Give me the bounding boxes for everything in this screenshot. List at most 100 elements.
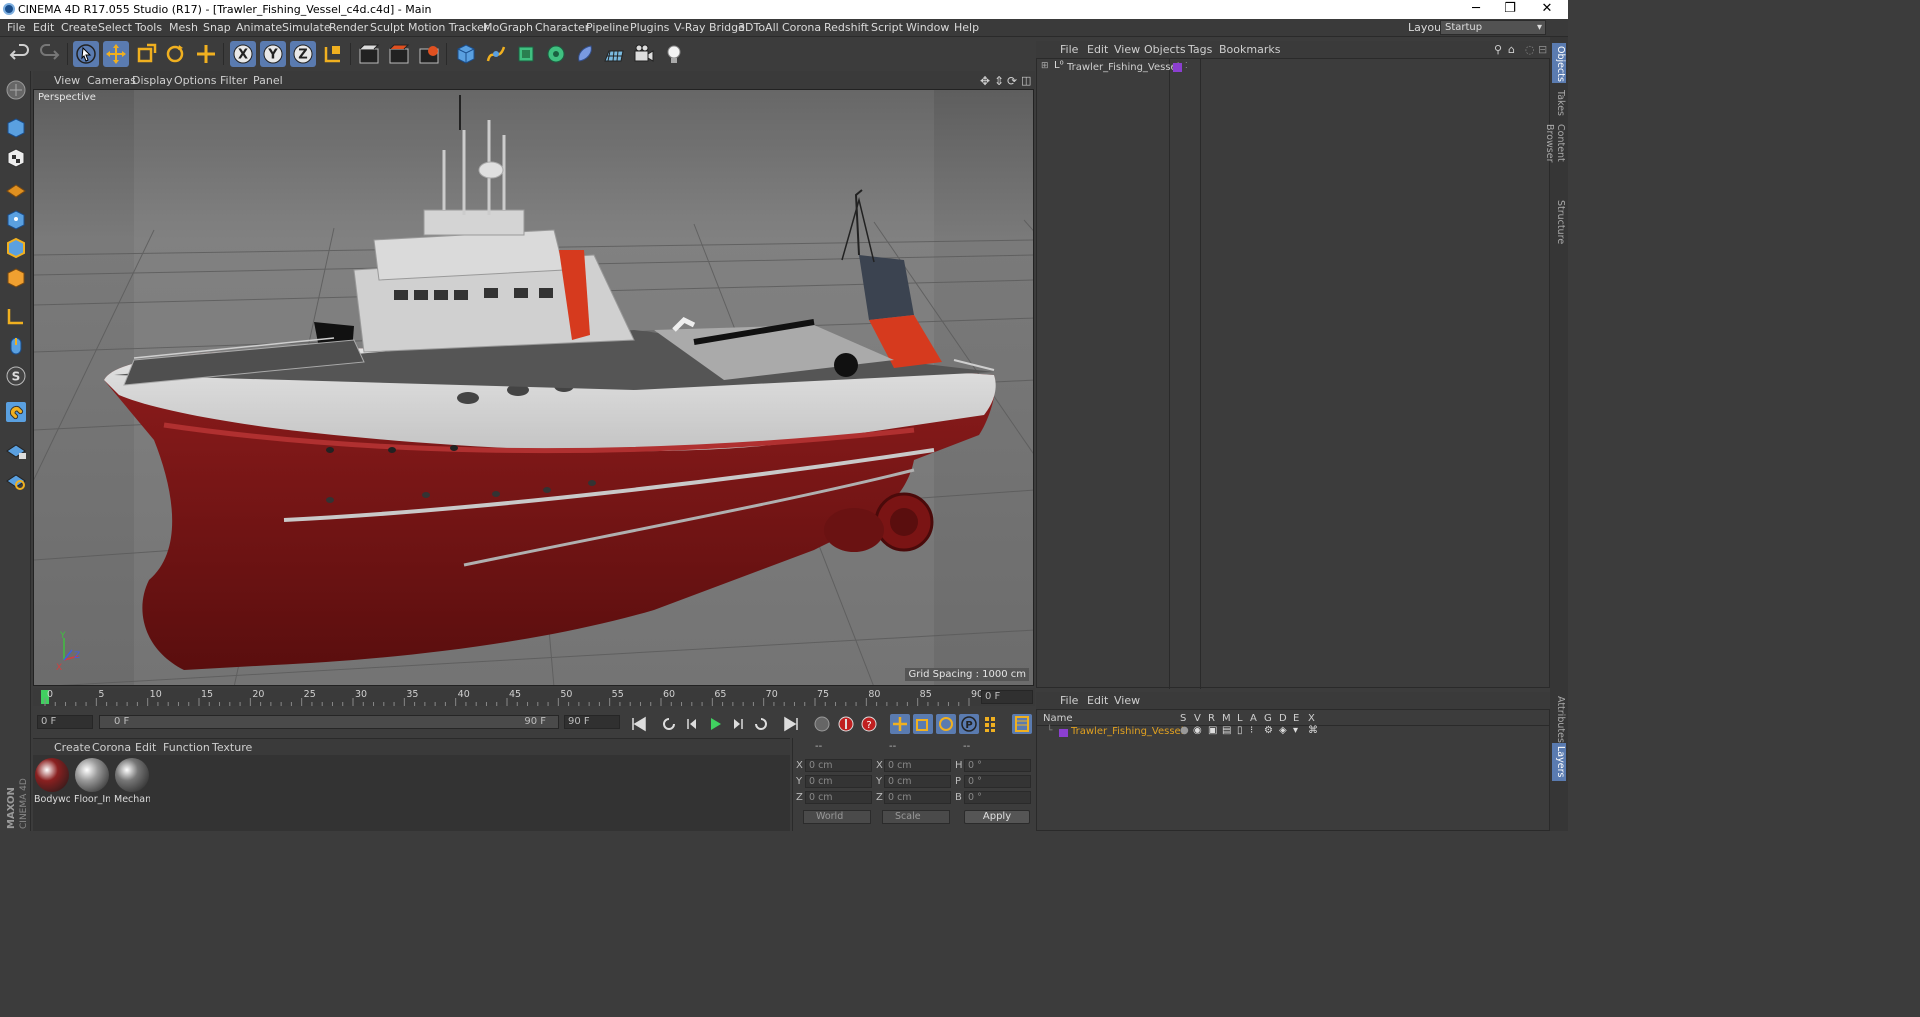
go-to-end-icon[interactable] [781,714,801,734]
visible-eye-icon[interactable]: ◉ [1193,725,1202,736]
y-axis-icon[interactable]: Y [260,41,286,67]
go-to-start-icon[interactable] [629,714,649,734]
layer-name[interactable]: Trawler_Fishing_Vessel [1071,726,1183,737]
menu-file[interactable]: File [7,21,25,34]
object-menu-file[interactable]: File [1060,43,1078,56]
size-y-field[interactable]: 0 cm [884,775,951,788]
home-icon[interactable]: ⌂ [1508,43,1515,56]
material-menu-function[interactable]: Function [163,741,210,754]
edges-mode-icon[interactable] [3,235,29,261]
previous-frame-icon[interactable] [683,714,703,734]
snapping-icon[interactable]: S [3,363,29,389]
object-menu-objects[interactable]: Objects [1144,43,1186,56]
menu-motion-tracker[interactable]: Motion Tracker [408,21,488,34]
render-view-icon[interactable] [356,41,382,67]
layer-row[interactable]: └ Trawler_Fishing_Vessel ● ◉ ▣ ▤ ▯ ⁝ ⚙ ◈… [1037,725,1550,740]
viewport-pan-icon[interactable]: ✥ [980,74,990,88]
visibility-dots-icon[interactable]: ⁚ [1185,61,1188,70]
viewport-rotate-icon[interactable]: ⟳ [1007,74,1017,88]
size-x-field[interactable]: 0 cm [884,759,951,772]
menu-tools[interactable]: Tools [135,21,162,34]
layout-dropdown[interactable]: Startup ▾ [1440,20,1546,35]
menu-help[interactable]: Help [954,21,979,34]
layer-menu-file[interactable]: File [1060,694,1078,707]
material-swatch[interactable]: Bodywo [34,758,70,805]
light-icon[interactable] [661,41,687,67]
make-editable-icon[interactable] [3,77,29,103]
add-icon[interactable] [193,41,219,67]
tab-structure[interactable]: Structure [1552,197,1566,244]
tab-content-browser[interactable]: Content Browser [1544,121,1566,193]
mograph-cloner-icon[interactable] [543,41,569,67]
xref-icon[interactable]: ⌘ [1308,725,1318,736]
cube-primitive-icon[interactable] [453,41,479,67]
menu-sculpt[interactable]: Sculpt [370,21,404,34]
menu-snap[interactable]: Snap [203,21,231,34]
key-pla-icon[interactable] [982,714,1002,734]
material-menu-corona[interactable]: Corona [92,741,131,754]
model-mode-icon[interactable] [3,115,29,141]
x-axis-icon[interactable]: X [230,41,256,67]
frame-range-slider[interactable]: 0 F 90 F [99,715,559,729]
material-menu-texture[interactable]: Texture [212,741,252,754]
coordinate-mode-dropdown[interactable]: World [803,810,871,824]
object-menu-view[interactable]: View [1114,43,1140,56]
undo-icon[interactable] [7,41,33,67]
object-menu-edit[interactable]: Edit [1087,43,1108,56]
viewport-menu-cameras[interactable]: Cameras [87,74,136,87]
menu-mograph[interactable]: MoGraph [483,21,533,34]
floor-grid-icon[interactable] [601,41,627,67]
deformers-icon[interactable]: ◈ [1279,725,1287,736]
apply-button[interactable]: Apply [964,810,1030,824]
camera-icon[interactable] [631,41,657,67]
key-position-icon[interactable] [890,714,910,734]
menu-simulate[interactable]: Simulate [282,21,331,34]
expand-icon[interactable]: ⊞ [1041,61,1049,71]
rotation-p-field[interactable]: 0 ° [964,775,1031,788]
viewport-zoom-icon[interactable]: ⇕ [994,74,1004,88]
key-rotation-icon[interactable] [936,714,956,734]
play-icon[interactable] [705,714,725,734]
menu-create[interactable]: Create [61,21,98,34]
generators-icon[interactable]: ⚙ [1264,725,1273,736]
size-z-field[interactable]: 0 cm [884,791,951,804]
move-icon[interactable] [103,41,129,67]
menu-vray-bridge[interactable]: V-Ray Bridge [674,21,745,34]
tab-layers[interactable]: Layers [1552,743,1566,781]
deformer-icon[interactable] [572,41,598,67]
redo-icon[interactable] [36,41,62,67]
expressions-icon[interactable]: ▾ [1293,725,1298,736]
menu-3dtoall[interactable]: 3DToAll [738,21,779,34]
autokey-icon[interactable] [836,714,856,734]
object-row[interactable]: ⊞ L⁰ Trawler_Fishing_Vessel ⁚ [1037,60,1550,76]
restore-button[interactable]: ❐ [1500,1,1520,16]
polygons-mode-icon[interactable] [3,265,29,291]
menu-select[interactable]: Select [98,21,132,34]
viewport-menu-panel[interactable]: Panel [253,74,283,87]
material-menu-edit[interactable]: Edit [135,741,156,754]
position-z-field[interactable]: 0 cm [805,791,872,804]
new-window-icon[interactable]: ⊟ [1538,43,1547,56]
viewport-maximize-icon[interactable]: ◫ [1021,74,1031,87]
tab-takes[interactable]: Takes [1552,87,1566,117]
position-x-field[interactable]: 0 cm [805,759,872,772]
previous-key-icon[interactable] [659,714,679,734]
axis-mode-icon[interactable] [3,303,29,329]
menu-plugins[interactable]: Plugins [630,21,669,34]
tab-objects[interactable]: Objects [1552,43,1566,83]
tweak-mode-icon[interactable] [3,333,29,359]
viewport-menu-view[interactable]: View [54,74,80,87]
menu-pipeline[interactable]: Pipeline [586,21,629,34]
timeline-ruler[interactable]: 0 5 10 15 20 25 30 35 40 45 50 55 60 65 70 75 80 85 90 0 F [33,688,1035,706]
object-menu-bookmarks[interactable]: Bookmarks [1219,43,1280,56]
layer-menu-view[interactable]: View [1114,694,1140,707]
position-y-field[interactable]: 0 cm [805,775,872,788]
subdivision-icon[interactable] [513,41,539,67]
locked-icon[interactable]: ▯ [1237,725,1243,736]
rotation-h-field[interactable]: 0 ° [964,759,1031,772]
next-key-icon[interactable] [751,714,771,734]
search-icon[interactable]: ⚲ [1494,43,1502,56]
planar-workplane-icon[interactable] [3,467,29,493]
layer-menu-edit[interactable]: Edit [1087,694,1108,707]
timeline-window-icon[interactable] [1012,714,1032,734]
